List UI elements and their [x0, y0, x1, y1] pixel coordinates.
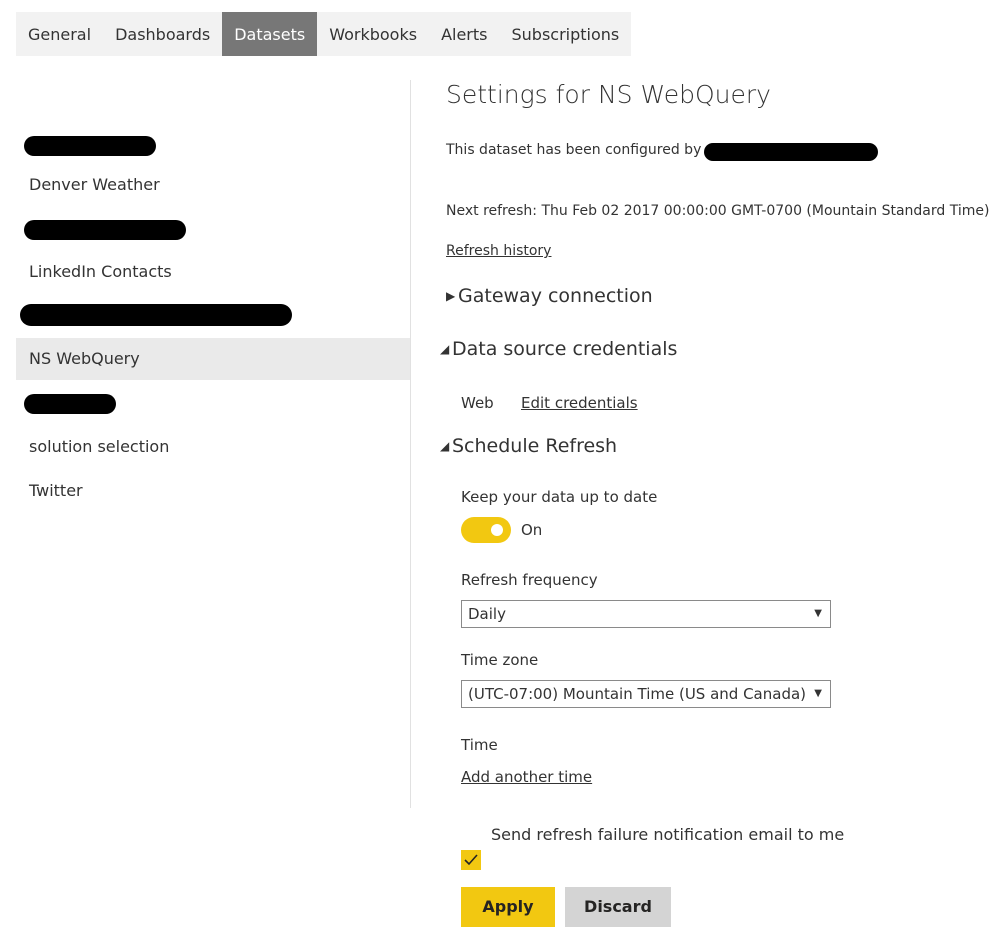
- dataset-item-redacted-2[interactable]: [16, 208, 410, 250]
- dataset-item-linkedin-contacts[interactable]: LinkedIn Contacts: [16, 251, 410, 293]
- tab-general[interactable]: General: [16, 12, 103, 56]
- notify-checkbox[interactable]: [461, 850, 481, 870]
- schedule-refresh-section[interactable]: ◢ Schedule Refresh: [440, 435, 617, 457]
- discard-button[interactable]: Discard: [565, 887, 671, 927]
- redaction-mark: [20, 304, 292, 326]
- checkmark-icon: [464, 854, 478, 866]
- notify-label: Send refresh failure notification email …: [491, 825, 845, 844]
- configured-by-text: This dataset has been configured by: [446, 142, 878, 161]
- redaction-mark: [704, 143, 878, 161]
- toggle-knob: [491, 524, 503, 536]
- tab-dashboards[interactable]: Dashboards: [103, 12, 222, 56]
- data-source-credentials-label: Data source credentials: [452, 338, 678, 360]
- tab-datasets[interactable]: Datasets: [222, 12, 318, 56]
- refresh-history-link[interactable]: Refresh history: [446, 243, 551, 259]
- caret-down-icon: ▼: [814, 688, 822, 699]
- schedule-refresh-label: Schedule Refresh: [452, 435, 618, 457]
- triangle-right-icon: ▶: [446, 289, 456, 303]
- tab-workbooks[interactable]: Workbooks: [317, 12, 429, 56]
- dataset-item-solution-selection[interactable]: solution selection: [16, 426, 410, 468]
- credential-source-web: Web: [461, 394, 494, 412]
- next-refresh-text: Next refresh: Thu Feb 02 2017 00:00:00 G…: [446, 203, 990, 219]
- redaction-mark: [24, 394, 116, 414]
- refresh-toggle[interactable]: [461, 517, 511, 543]
- dataset-item-ns-webquery[interactable]: NS WebQuery: [16, 338, 410, 380]
- triangle-down-icon: ◢: [440, 342, 450, 356]
- refresh-frequency-select[interactable]: Daily ▼: [461, 600, 831, 628]
- time-zone-select[interactable]: (UTC-07:00) Mountain Time (US and Canada…: [461, 680, 831, 708]
- page-title: Settings for NS WebQuery: [446, 80, 771, 109]
- toggle-state-label: On: [521, 521, 543, 539]
- apply-button[interactable]: Apply: [461, 887, 555, 927]
- dataset-item-denver-weather[interactable]: Denver Weather: [16, 164, 410, 206]
- edit-credentials-link[interactable]: Edit credentials: [521, 394, 638, 412]
- dataset-item-redacted-3[interactable]: [16, 294, 410, 336]
- dataset-item-redacted-4[interactable]: [16, 382, 410, 424]
- gateway-connection-section[interactable]: ▶ Gateway connection: [446, 285, 653, 307]
- add-another-time-link[interactable]: Add another time: [461, 768, 592, 786]
- dataset-item-twitter[interactable]: Twitter: [16, 470, 410, 512]
- data-source-credentials-section[interactable]: ◢ Data source credentials: [440, 338, 677, 360]
- redaction-mark: [24, 136, 156, 156]
- refresh-frequency-value: Daily: [468, 605, 506, 623]
- time-label: Time: [461, 736, 498, 754]
- gateway-connection-label: Gateway connection: [458, 285, 653, 307]
- keep-up-to-date-label: Keep your data up to date: [461, 488, 658, 506]
- panel-divider: [410, 80, 411, 808]
- refresh-frequency-label: Refresh frequency: [461, 571, 598, 589]
- configured-by-label: This dataset has been configured by: [446, 142, 702, 158]
- caret-down-icon: ▼: [814, 608, 822, 619]
- dataset-settings: Settings for NS WebQuery This dataset ha…: [440, 0, 1004, 927]
- triangle-down-icon: ◢: [440, 439, 450, 453]
- time-zone-label: Time zone: [461, 651, 539, 669]
- time-zone-value: (UTC-07:00) Mountain Time (US and Canada…: [468, 685, 807, 703]
- redaction-mark: [24, 220, 186, 240]
- dataset-item-redacted-1[interactable]: [16, 124, 410, 166]
